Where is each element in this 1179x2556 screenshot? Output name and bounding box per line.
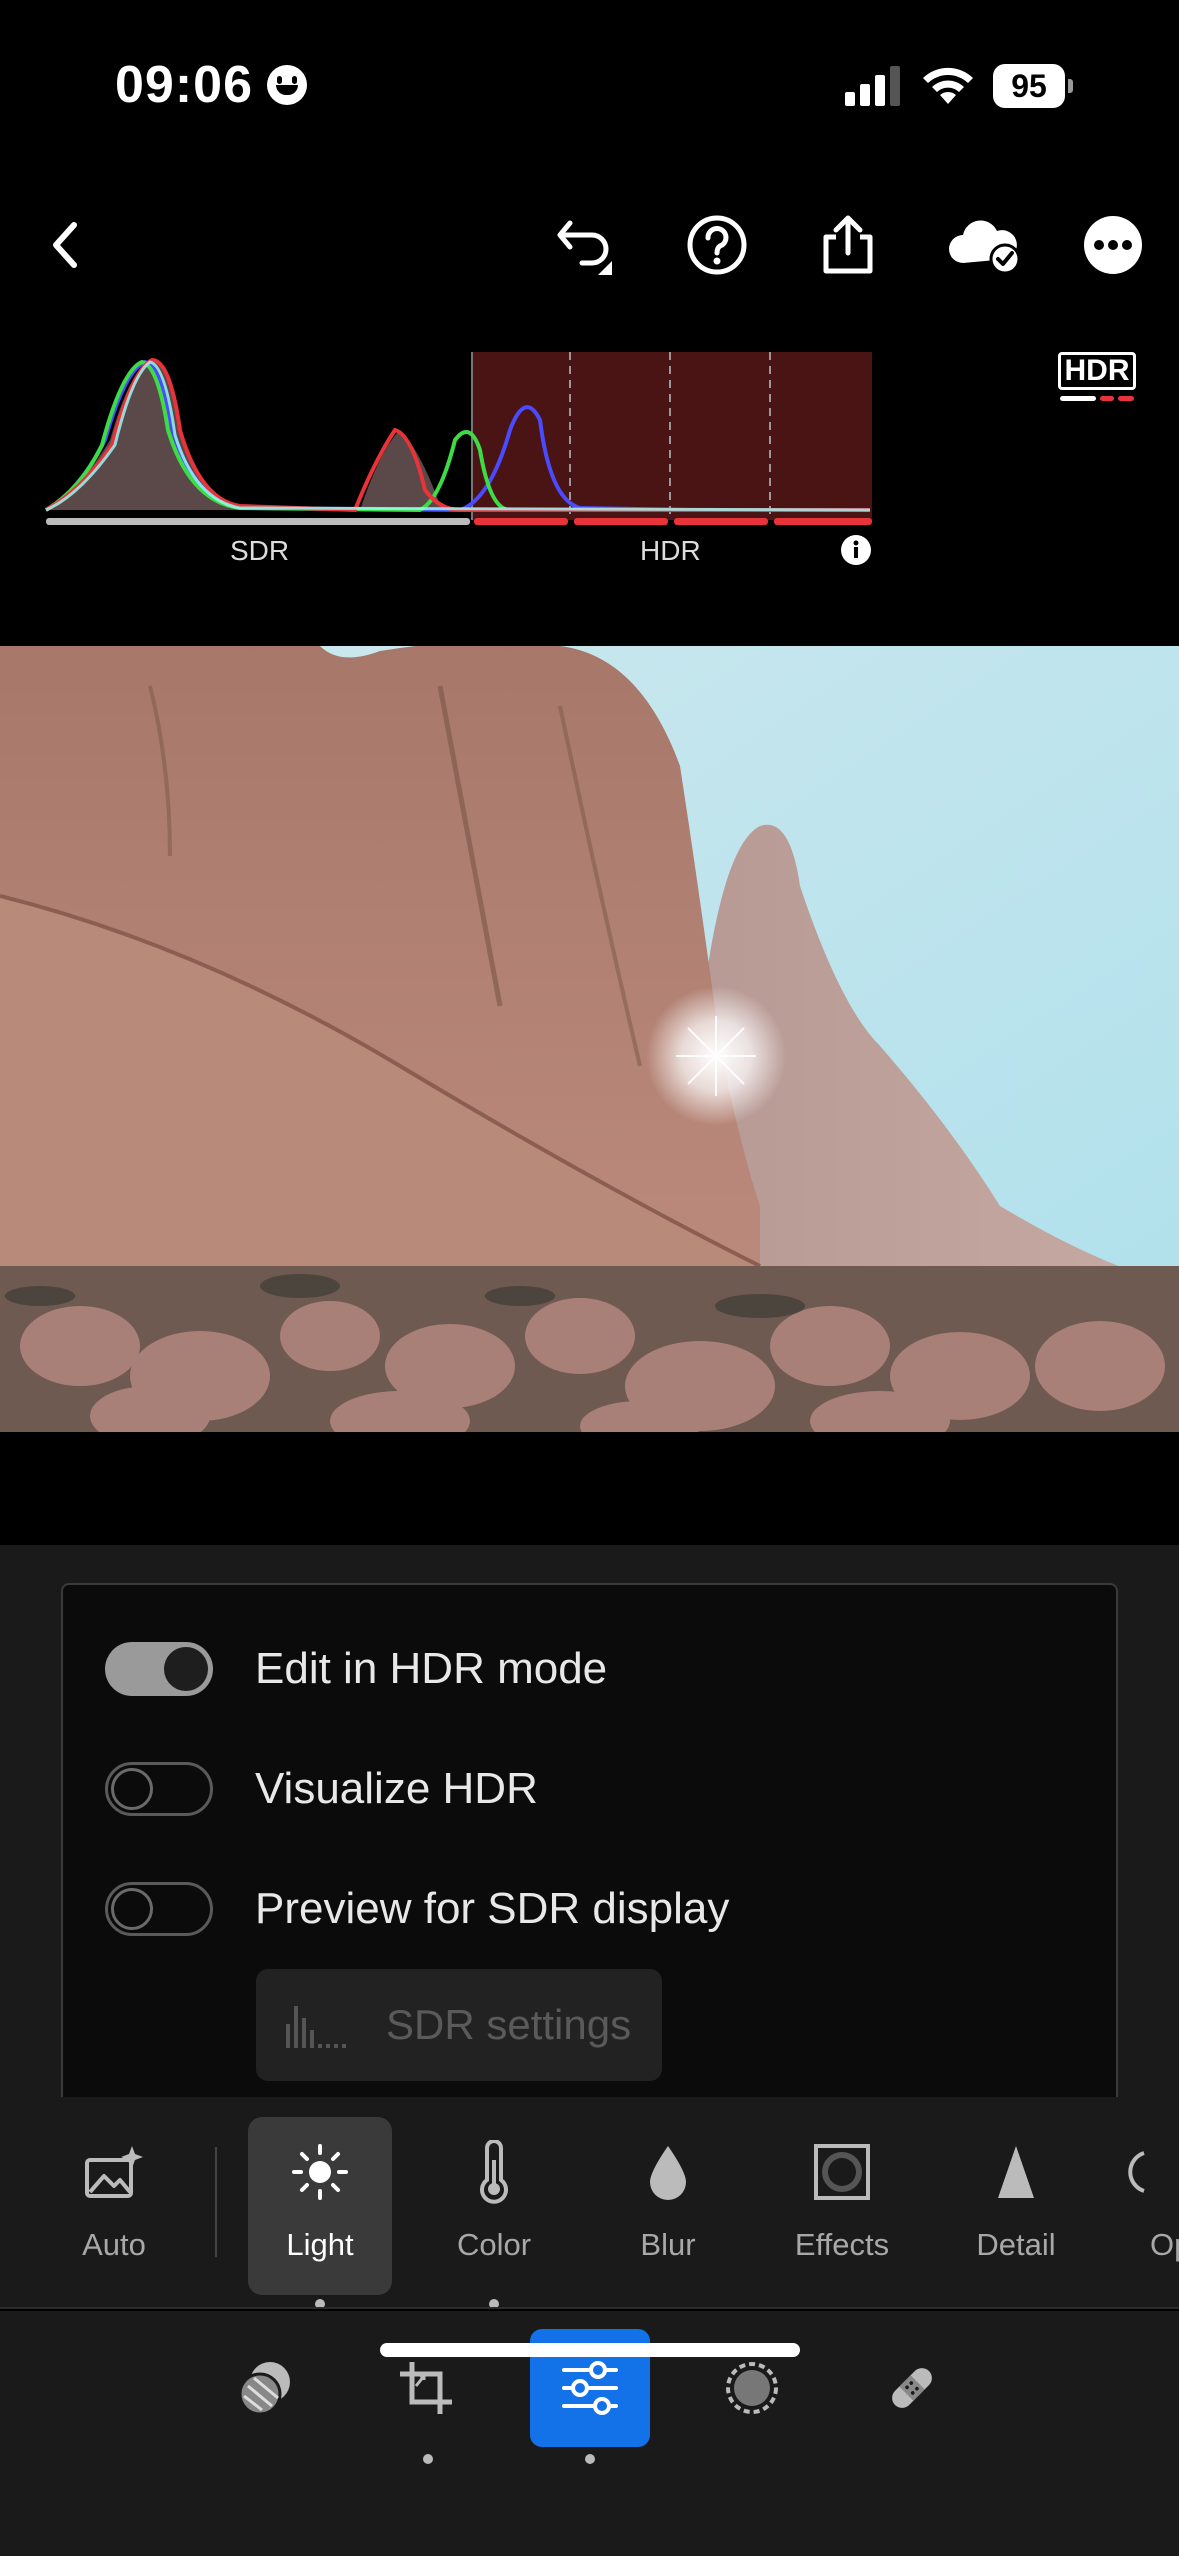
thermometer-icon — [459, 2137, 529, 2207]
hdr-region — [472, 352, 872, 520]
tool-label: Effects — [794, 2227, 890, 2262]
healing-icon[interactable] — [852, 2329, 972, 2447]
tool-detail[interactable]: Detail — [944, 2117, 1088, 2295]
light-adjusted-dot — [315, 2299, 325, 2307]
visualize-hdr-toggle[interactable] — [105, 1762, 213, 1816]
tool-effects[interactable]: Effects — [770, 2117, 914, 2295]
histogram-graph — [44, 352, 872, 525]
sun-icon — [285, 2137, 355, 2207]
effects-icon — [807, 2137, 877, 2207]
sdr-label: SDR — [230, 535, 290, 566]
battery-indicator: 95 — [993, 64, 1073, 108]
hdr-badge-text: HDR — [1058, 352, 1136, 390]
hdr-badge[interactable]: HDR — [1058, 352, 1138, 402]
tool-label: Light — [286, 2227, 354, 2262]
drop-icon — [633, 2137, 703, 2207]
histogram-bars-icon — [286, 2006, 346, 2048]
tool-optics[interactable]: Op — [1118, 2117, 1179, 2295]
tool-label: Detail — [976, 2227, 1056, 2262]
more-icon[interactable] — [1073, 205, 1153, 285]
hdr-options-panel: Edit in HDR mode Visualize HDR Preview f… — [61, 1583, 1118, 2097]
tool-label: Color — [456, 2227, 532, 2262]
preview-sdr-toggle[interactable] — [105, 1882, 213, 1936]
share-icon[interactable] — [808, 205, 888, 285]
visualize-hdr-label: Visualize HDR — [255, 1764, 538, 1813]
tool-label: Auto — [82, 2227, 146, 2262]
focus-smiley-icon — [267, 65, 307, 105]
visualize-hdr-row[interactable]: Visualize HDR — [105, 1759, 538, 1819]
battery-level: 95 — [993, 64, 1065, 108]
presets-icon[interactable] — [206, 2329, 326, 2447]
tool-auto[interactable]: Auto — [42, 2117, 186, 2295]
undo-icon[interactable] — [548, 205, 628, 285]
status-bar: 09:06 95 — [0, 0, 1179, 175]
triangle-icon — [981, 2137, 1051, 2207]
tool-blur[interactable]: Blur — [596, 2117, 740, 2295]
top-toolbar — [0, 205, 1179, 285]
wifi-icon — [923, 67, 973, 104]
crop-dot — [423, 2454, 433, 2464]
photo-canvas[interactable] — [0, 646, 1179, 1432]
edit-hdr-toggle[interactable] — [105, 1642, 213, 1696]
info-icon[interactable] — [840, 534, 872, 566]
tool-label: Op — [1150, 2227, 1179, 2262]
tool-light[interactable]: Light — [248, 2117, 392, 2295]
edit-dot — [585, 2454, 595, 2464]
edit-tool-strip: Auto Light Color Blur Effects Detail O — [0, 2097, 1179, 2309]
preview-sdr-label: Preview for SDR display — [255, 1884, 730, 1933]
optics-icon — [1118, 2137, 1179, 2207]
auto-image-icon — [79, 2137, 149, 2207]
hdr-label: HDR — [640, 535, 701, 566]
cellular-signal-icon — [845, 66, 900, 106]
preview-sdr-row[interactable]: Preview for SDR display — [105, 1879, 729, 1939]
sdr-settings-button[interactable]: SDR settings — [256, 1969, 662, 2081]
home-indicator[interactable] — [380, 2343, 800, 2357]
cloud-synced-icon[interactable] — [940, 205, 1030, 285]
status-time: 09:06 — [115, 55, 307, 115]
color-adjusted-dot — [489, 2299, 499, 2307]
edit-hdr-row[interactable]: Edit in HDR mode — [105, 1639, 607, 1699]
back-chevron-icon[interactable] — [25, 205, 105, 285]
help-icon[interactable] — [677, 205, 757, 285]
tool-color[interactable]: Color — [422, 2117, 566, 2295]
tool-label: Blur — [640, 2227, 696, 2262]
sdr-settings-label: SDR settings — [386, 2001, 632, 2048]
tool-divider — [215, 2147, 217, 2257]
edit-hdr-label: Edit in HDR mode — [255, 1644, 608, 1693]
time-text: 09:06 — [115, 56, 253, 114]
histogram[interactable]: SDR HDR — [40, 350, 890, 570]
